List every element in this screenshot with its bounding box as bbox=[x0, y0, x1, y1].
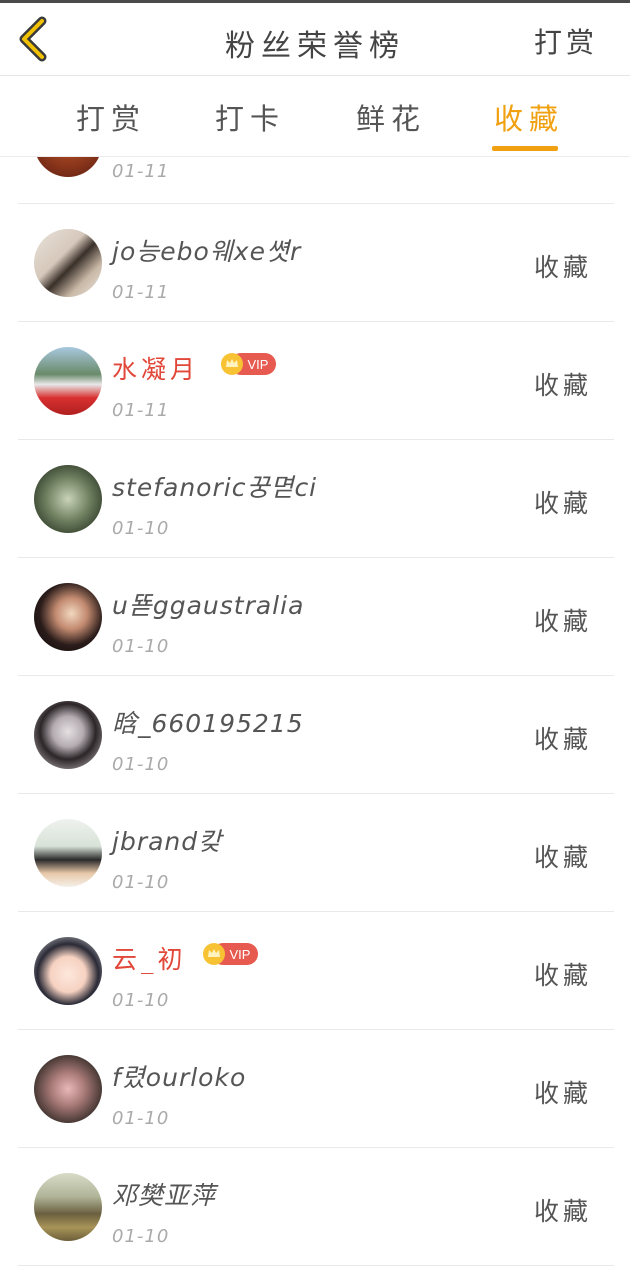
list-item[interactable]: u뚇ggaustralia 01-10 收藏 bbox=[18, 558, 614, 676]
user-name: jo능ebo웨xe쎳r bbox=[112, 237, 302, 266]
vip-badge-label: VIP bbox=[248, 357, 269, 372]
item-action-label: 收藏 bbox=[533, 725, 592, 754]
avatar bbox=[34, 229, 102, 297]
avatar bbox=[34, 157, 102, 177]
list-item[interactable]: 水凝月 VIP 01-11 收藏 bbox=[18, 322, 614, 440]
user-name: 邓樊亚萍 bbox=[112, 1181, 217, 1210]
avatar bbox=[34, 819, 102, 887]
user-name: 晗_660195215 bbox=[112, 709, 304, 738]
item-action-label: 收藏 bbox=[533, 489, 592, 518]
avatar bbox=[34, 465, 102, 533]
item-date: 01-11 bbox=[112, 161, 170, 182]
list-item[interactable]: 晗_660195215 01-10 收藏 bbox=[18, 676, 614, 794]
item-action-label: 收藏 bbox=[533, 1197, 592, 1226]
user-name: u뚇ggaustralia bbox=[112, 591, 305, 620]
list-item[interactable]: jbrand캊 01-10 收藏 bbox=[18, 794, 614, 912]
reward-button[interactable]: 打赏 bbox=[534, 21, 598, 61]
active-tab-indicator bbox=[492, 146, 558, 151]
avatar bbox=[34, 701, 102, 769]
tab-bar: 打赏 打卡 鲜花 收藏 bbox=[0, 76, 630, 157]
item-action-label: 收藏 bbox=[533, 253, 592, 282]
list-item[interactable]: 云_初 VIP 01-10 收藏 bbox=[18, 912, 614, 1030]
user-name: f렸ourloko bbox=[112, 1063, 247, 1092]
tab-reward[interactable]: 打赏 bbox=[76, 96, 146, 138]
avatar bbox=[34, 347, 102, 415]
user-name: 水凝月 bbox=[112, 355, 200, 384]
item-date: 01-11 bbox=[112, 282, 170, 303]
tab-flowers[interactable]: 鲜花 bbox=[356, 96, 426, 138]
item-date: 01-11 bbox=[112, 400, 170, 421]
avatar bbox=[34, 1055, 102, 1123]
avatar bbox=[34, 1173, 102, 1241]
avatar bbox=[34, 583, 102, 651]
item-date: 01-10 bbox=[112, 754, 170, 775]
item-action-label: 收藏 bbox=[533, 371, 592, 400]
user-name: 云_初 bbox=[112, 945, 187, 974]
item-date: 01-10 bbox=[112, 1226, 170, 1247]
list-item[interactable]: stefanoric꿍멷ci 01-10 收藏 bbox=[18, 440, 614, 558]
item-date: 01-10 bbox=[112, 872, 170, 893]
vip-badge-label: VIP bbox=[230, 947, 251, 962]
item-date: 01-10 bbox=[112, 636, 170, 657]
item-action-label: 收藏 bbox=[533, 607, 592, 636]
tab-favorites[interactable]: 收藏 bbox=[494, 96, 564, 138]
item-action-label: 收藏 bbox=[533, 961, 592, 990]
item-date: 01-10 bbox=[112, 1108, 170, 1129]
user-name: stefanoric꿍멷ci bbox=[112, 473, 318, 502]
item-date: 01-10 bbox=[112, 990, 170, 1011]
vip-badge: VIP bbox=[203, 943, 258, 965]
list-item[interactable]: 邓樊亚萍 01-10 收藏 bbox=[18, 1148, 614, 1266]
fan-list[interactable]: 01-11 jo능ebo웨xe쎳r 01-11 收藏 水凝月 VIP 01-11… bbox=[0, 157, 630, 1280]
list-item[interactable]: jo능ebo웨xe쎳r 01-11 收藏 bbox=[18, 204, 614, 322]
list-item[interactable]: f렸ourloko 01-10 收藏 bbox=[18, 1030, 614, 1148]
header-bar: 粉丝荣誉榜 打赏 bbox=[0, 3, 630, 76]
vip-badge: VIP bbox=[221, 353, 276, 375]
item-action-label: 收藏 bbox=[533, 1079, 592, 1108]
list-item[interactable]: 01-11 bbox=[18, 157, 614, 204]
avatar bbox=[34, 937, 102, 1005]
user-name: jbrand캊 bbox=[112, 827, 223, 856]
tab-checkin[interactable]: 打卡 bbox=[215, 96, 285, 138]
item-date: 01-10 bbox=[112, 518, 170, 539]
item-action-label: 收藏 bbox=[533, 843, 592, 872]
